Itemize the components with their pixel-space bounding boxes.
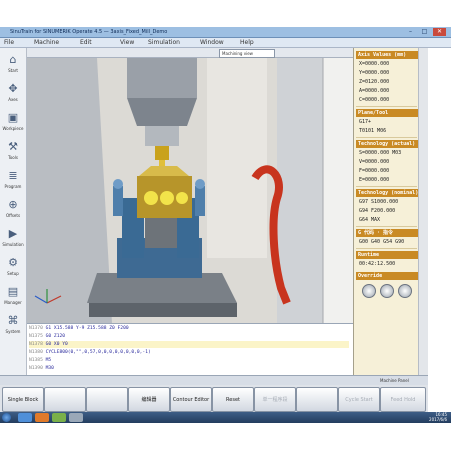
runtime-value: 00:42:12.500 xyxy=(359,261,396,267)
tools-icon: ⚒ xyxy=(8,140,18,153)
softkey-editor[interactable]: 编辑器 xyxy=(128,387,170,412)
code-line[interactable]: N1370 G1 X15.588 Y-9 Z15.588 Z0 F200 xyxy=(29,325,129,332)
plane-value: G17+ xyxy=(359,119,372,125)
code-line[interactable]: N1375 G0 Z120 xyxy=(29,333,65,340)
toolbar-system[interactable]: ⌘ System xyxy=(2,313,24,341)
status-panel: Axis Values (mm) X=0000.000 Y=0000.000 Z… xyxy=(353,48,419,378)
maximize-button[interactable]: □ xyxy=(418,28,431,36)
program-icon: ≣ xyxy=(8,169,18,182)
menu-help[interactable]: Help xyxy=(240,39,254,46)
code-line[interactable]: N1380 CYCLE800(0,"",0,57,0,0,0,0,0,0,0,0… xyxy=(29,349,151,356)
rapid-override-knob[interactable] xyxy=(380,284,394,298)
softkey-bar: Single Block 编辑器 Contour Editor Reset 单一… xyxy=(0,385,428,412)
tech-feed-value: F=0000.000 xyxy=(359,168,390,174)
softkey-single-block[interactable]: Single Block xyxy=(2,387,44,412)
close-button[interactable]: ✕ xyxy=(433,28,446,36)
menu-edit[interactable]: Edit xyxy=(80,39,92,46)
view-select-dropdown[interactable]: Machining view xyxy=(219,49,275,58)
softkey-2[interactable] xyxy=(44,387,86,412)
menu-simulation[interactable]: Simulation xyxy=(148,39,180,46)
toolbar-simulation[interactable]: ▶ Simulation xyxy=(2,226,24,254)
toolbar-program[interactable]: ≣ Program xyxy=(2,168,24,196)
softkey-cycle-start[interactable]: Cycle Start xyxy=(338,387,380,412)
softkey-reset[interactable]: Reset xyxy=(212,387,254,412)
machine-3d-viewport[interactable]: Machining view xyxy=(27,48,353,323)
left-toolbar: ⌂ Start ✥ Axes ▣ Workpiece ⚒ Tools ≣ Program … xyxy=(0,48,27,378)
axis-value-y: Y=0000.000 xyxy=(359,70,390,76)
system-icon: ⌘ xyxy=(7,314,19,327)
menu-machine[interactable]: Machine xyxy=(34,39,59,46)
window-title-bar: SinuTrain for SINUMERIK Operate 4.5 — 3a… xyxy=(0,27,451,38)
tech-nom-mode: G64 MAX xyxy=(359,217,381,223)
axis-value-x: X=0000.000 xyxy=(359,61,390,67)
override-header: Override xyxy=(356,272,419,280)
axis-value-z: Z=0120.000 xyxy=(359,79,390,85)
tech-v-value: V=0000.000 xyxy=(359,159,390,165)
tech-nom-speed: G97 S1000.000 xyxy=(359,199,399,205)
tech-nom-feed: G94 F200.000 xyxy=(359,208,396,214)
menu-view[interactable]: View xyxy=(120,39,134,46)
offsets-icon: ⊕ xyxy=(8,198,18,211)
tool-value: T0101 M06 xyxy=(359,128,387,134)
technology-actual-header: Technology (actual) xyxy=(356,140,419,148)
toolbar-manager[interactable]: ▤ Manager xyxy=(2,284,24,312)
machine-panel-label: Machine Panel xyxy=(380,378,409,383)
gcode-header: G 代码 · 指令 xyxy=(356,229,419,237)
machine-scene xyxy=(27,58,353,323)
taskbar-clock[interactable]: 16:45 2017/6/6 xyxy=(429,412,447,422)
taskbar-explorer-icon[interactable] xyxy=(18,413,32,422)
runtime-header: Runtime xyxy=(356,251,419,259)
softkey-8[interactable] xyxy=(296,387,338,412)
menu-file[interactable]: File xyxy=(4,39,14,46)
softkey-contour-editor[interactable]: Contour Editor xyxy=(170,387,212,412)
axis-values-header: Axis Values (mm) xyxy=(356,51,419,59)
taskbar-media-icon[interactable] xyxy=(35,413,49,422)
code-line-current[interactable]: N1378 G0 X0 Y0 xyxy=(29,341,349,348)
tech-e-value: E=0000.000 xyxy=(359,177,390,183)
axes-icon: ✥ xyxy=(8,82,18,95)
axis-value-a: A=0000.000 xyxy=(359,88,390,94)
workpiece-icon: ▣ xyxy=(7,111,19,124)
windows-taskbar: 16:45 2017/6/6 xyxy=(0,412,451,423)
menu-bar: File Machine Edit View Simulation Window… xyxy=(0,38,451,48)
start-button-icon[interactable] xyxy=(2,413,11,422)
feed-override-knob[interactable] xyxy=(362,284,376,298)
gcode-value: G00 G40 G54 G90 xyxy=(359,239,405,245)
minimize-button[interactable]: – xyxy=(404,28,417,36)
manager-icon: ▤ xyxy=(7,285,19,298)
toolbar-workpiece[interactable]: ▣ Workpiece xyxy=(2,110,24,138)
softkey-feed-hold[interactable]: Feed Hold xyxy=(380,387,426,412)
softkey-single-block-cn[interactable]: 单一程序段 xyxy=(254,387,296,412)
code-line[interactable]: N1390 M30 xyxy=(29,365,54,372)
taskbar-app-icon[interactable] xyxy=(52,413,66,422)
menu-window[interactable]: Window xyxy=(200,39,224,46)
axis-value-c: C=0000.000 xyxy=(359,97,390,103)
softkey-strip: Machine Panel xyxy=(0,375,428,385)
taskbar-sinutrain-icon[interactable] xyxy=(69,413,83,422)
code-line[interactable]: N1385 M5 xyxy=(29,357,51,364)
program-editor[interactable]: N1370 G1 X15.588 Y-9 Z15.588 Z0 F200 N13… xyxy=(27,323,353,375)
technology-nominal-header: Technology (nominal) xyxy=(356,189,419,197)
toolbar-start[interactable]: ⌂ Start xyxy=(2,52,24,80)
window-title: SinuTrain for SINUMERIK Operate 4.5 — 3a… xyxy=(10,29,168,35)
right-scroll-strip[interactable] xyxy=(418,48,428,378)
toolbar-tools[interactable]: ⚒ Tools xyxy=(2,139,24,167)
home-icon: ⌂ xyxy=(9,53,17,66)
toolbar-offsets[interactable]: ⊕ Offsets xyxy=(2,197,24,225)
tech-spindle-value: S=0000.000 M03 xyxy=(359,150,402,156)
toolbar-setup[interactable]: ⚙ Setup xyxy=(2,255,24,283)
spindle-override-knob[interactable] xyxy=(398,284,412,298)
simulation-icon: ▶ xyxy=(8,227,18,240)
plane-tool-header: Plane/Tool xyxy=(356,109,419,117)
toolbar-axes[interactable]: ✥ Axes xyxy=(2,81,24,109)
softkey-3[interactable] xyxy=(86,387,128,412)
viewport-toolbar: Machining view xyxy=(27,48,353,58)
setup-icon: ⚙ xyxy=(8,256,18,269)
